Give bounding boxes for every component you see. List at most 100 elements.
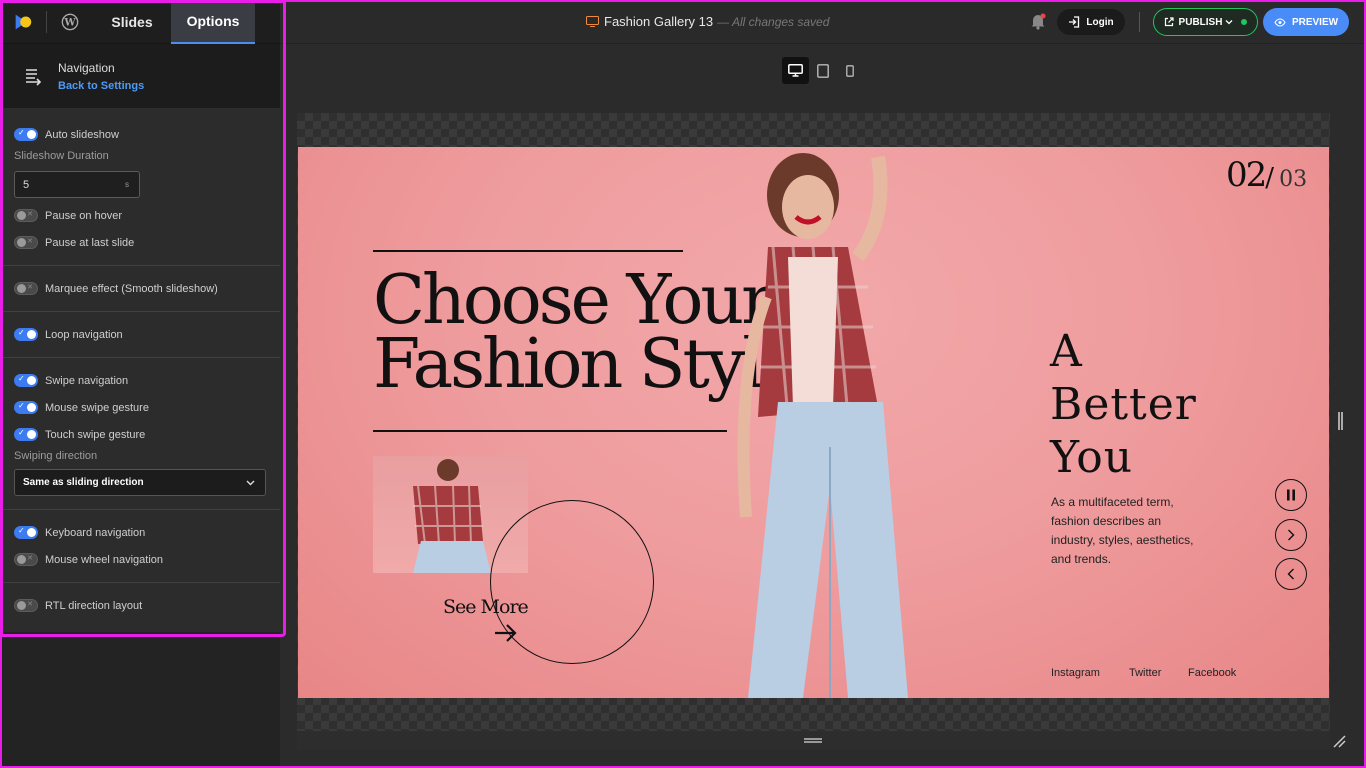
eye-icon [1274, 17, 1286, 27]
tagline-line-2: Better [1050, 379, 1197, 430]
divider [0, 582, 280, 583]
pause-icon [1287, 489, 1295, 501]
device-switcher [782, 57, 863, 84]
option-label: Loop navigation [45, 328, 123, 341]
touch-swipe-option[interactable]: ✓ Touch swipe gesture [0, 421, 280, 448]
svg-text:W: W [63, 17, 76, 28]
duration-value: 5 [23, 178, 30, 191]
canvas-resize-bar [297, 731, 1330, 749]
pause-button[interactable] [1275, 479, 1307, 511]
touch-swipe-toggle[interactable]: ✓ [14, 428, 38, 441]
tab-slides[interactable]: Slides [93, 0, 171, 44]
keyboard-navigation-option[interactable]: ✓ Keyboard navigation [0, 519, 280, 546]
document-name[interactable]: Fashion Gallery 13 [604, 14, 713, 29]
slide-counter: 02/ 03 [1226, 155, 1307, 195]
mobile-view-icon[interactable] [836, 57, 863, 84]
tagline[interactable]: A Better You [1050, 325, 1197, 484]
loop-navigation-toggle[interactable]: ✓ [14, 328, 38, 341]
mouse-wheel-option[interactable]: ✕ Mouse wheel navigation [0, 546, 280, 573]
tablet-view-icon[interactable] [809, 57, 836, 84]
pause-on-hover-option[interactable]: ✕ Pause on hover [0, 202, 280, 229]
save-status: — All changes saved [717, 14, 830, 29]
mouse-swipe-toggle[interactable]: ✓ [14, 401, 38, 414]
resize-handle[interactable] [804, 738, 822, 743]
auto-slideshow-option[interactable]: ✓ Auto slideshow [0, 121, 280, 148]
option-label: Touch swipe gesture [45, 428, 146, 441]
corner-resize-icon[interactable] [1332, 734, 1346, 748]
app-logo-icon[interactable] [0, 0, 46, 44]
twitter-link[interactable]: Twitter [1129, 667, 1161, 679]
marquee-effect-toggle[interactable]: ✕ [14, 282, 38, 295]
slide-preview[interactable]: Choose Your Fashion Style See More 02/ 0… [298, 147, 1329, 698]
option-label: RTL direction layout [45, 599, 143, 612]
swiping-direction-label: Swiping direction [14, 450, 98, 462]
divider-line [373, 250, 683, 252]
arrow-right-icon[interactable] [494, 623, 518, 643]
option-label: Auto slideshow [45, 128, 119, 141]
rtl-layout-toggle[interactable]: ✕ [14, 599, 38, 612]
option-label: Mouse wheel navigation [45, 553, 164, 566]
monitor-icon [586, 16, 599, 27]
swiping-direction-select[interactable]: Same as sliding direction [14, 469, 266, 496]
pause-at-last-slide-option[interactable]: ✕ Pause at last slide [0, 229, 280, 256]
side-resize-handle[interactable] [1338, 412, 1343, 430]
login-icon [1069, 16, 1080, 28]
preview-button[interactable]: PREVIEW [1263, 8, 1349, 36]
marquee-effect-option[interactable]: ✕ Marquee effect (Smooth slideshow) [0, 275, 280, 302]
panel-top-bar: W Slides Options [0, 0, 280, 44]
desktop-view-icon[interactable] [782, 57, 809, 84]
mouse-wheel-toggle[interactable]: ✕ [14, 553, 38, 566]
option-label: Pause on hover [45, 209, 123, 222]
loop-navigation-option[interactable]: ✓ Loop navigation [0, 321, 280, 348]
publish-button[interactable]: PUBLISH [1153, 8, 1258, 36]
instagram-link[interactable]: Instagram [1051, 667, 1100, 679]
navigation-icon [26, 69, 42, 86]
left-panel: W Slides Options Navigation Back to Sett… [0, 0, 280, 768]
status-dot [1241, 19, 1248, 25]
chevron-down-icon [246, 480, 255, 485]
pause-on-hover-toggle[interactable]: ✕ [14, 209, 38, 222]
model-photo [737, 153, 908, 698]
preview-label: PREVIEW [1291, 16, 1339, 28]
publish-label: PUBLISH [1178, 16, 1223, 28]
slideshow-duration-input[interactable]: 5 s [14, 171, 140, 198]
bell-icon[interactable] [1030, 13, 1046, 35]
mouse-swipe-option[interactable]: ✓ Mouse swipe gesture [0, 394, 280, 421]
chevron-down-icon [1225, 20, 1233, 25]
login-label: Login [1086, 16, 1114, 28]
navigation-header: Navigation Back to Settings [0, 44, 280, 108]
login-button[interactable]: Login [1057, 9, 1125, 35]
tagline-line-1: A [1050, 326, 1083, 377]
tab-options[interactable]: Options [171, 0, 255, 44]
auto-slideshow-toggle[interactable]: ✓ [14, 128, 38, 141]
slide-description[interactable]: As a multifaceted term, fashion describe… [1051, 493, 1201, 569]
navigation-title: Navigation [58, 60, 115, 75]
option-label: Marquee effect (Smooth slideshow) [45, 282, 218, 295]
divider [0, 509, 280, 510]
keyboard-navigation-toggle[interactable]: ✓ [14, 526, 38, 539]
back-to-settings-link[interactable]: Back to Settings [58, 80, 144, 92]
option-label: Mouse swipe gesture [45, 401, 149, 414]
select-value: Same as sliding direction [23, 477, 144, 488]
rtl-layout-option[interactable]: ✕ RTL direction layout [0, 592, 280, 619]
divider [0, 265, 280, 266]
divider [0, 357, 280, 358]
swipe-navigation-toggle[interactable]: ✓ [14, 374, 38, 387]
see-more-link[interactable]: See More [443, 596, 529, 618]
counter-separator: / [1265, 163, 1275, 193]
chevron-right-icon [1288, 529, 1295, 541]
option-label: Swipe navigation [45, 374, 129, 387]
top-bar: Fashion Gallery 13 — All changes saved L… [280, 0, 1366, 44]
option-label: Pause at last slide [45, 236, 135, 249]
duration-unit: s [125, 180, 129, 189]
swipe-navigation-option[interactable]: ✓ Swipe navigation [0, 367, 280, 394]
option-label: Keyboard navigation [45, 526, 146, 539]
facebook-link[interactable]: Facebook [1188, 667, 1236, 679]
tagline-line-3: You [1050, 432, 1134, 483]
wordpress-icon[interactable]: W [47, 0, 93, 44]
current-slide-number: 02 [1226, 155, 1267, 195]
next-slide-button[interactable] [1275, 519, 1307, 551]
prev-slide-button[interactable] [1275, 558, 1307, 590]
pause-at-last-slide-toggle[interactable]: ✕ [14, 236, 38, 249]
options-list: ✓ Auto slideshow Slideshow Duration 5 s … [0, 108, 280, 632]
